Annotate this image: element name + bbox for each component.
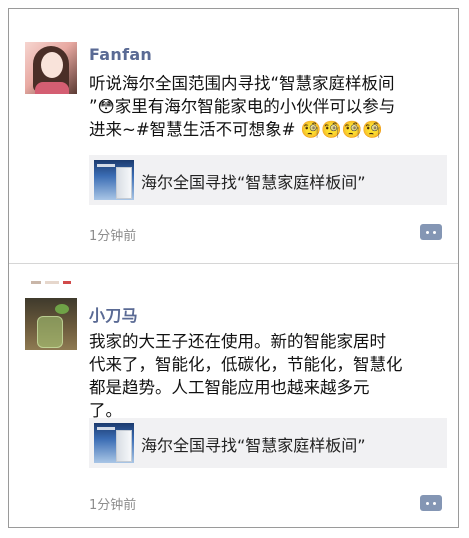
link-thumbnail <box>94 423 134 463</box>
link-title: 海尔全国寻找“智慧家庭样板间” <box>141 436 366 455</box>
post-text-line: 我家的大王子还在使用。新的智能家居时 <box>89 332 386 351</box>
dot <box>426 231 429 234</box>
avatar-xiaodaoma[interactable] <box>25 298 77 350</box>
moments-screenshot: Fanfan 听说海尔全国范围内寻找“智慧家庭样板间 ”😳家里有海尔智能家电的小… <box>8 8 459 528</box>
fridge-image <box>116 430 132 462</box>
avatar-clothes <box>35 82 69 94</box>
post-text-line: 听说海尔全国范围内寻找“智慧家庭样板间 <box>89 74 395 93</box>
avatar-jar <box>37 316 63 348</box>
post-text-line: 代来了，智能化，低碳化，节能化，智慧化 <box>89 355 403 374</box>
avatar-face <box>41 52 63 78</box>
avatar-plant <box>55 304 69 314</box>
post-text-line: ”😳家里有海尔智能家电的小伙伴可以参与 <box>89 97 396 116</box>
dot <box>433 231 436 234</box>
link-card[interactable]: 海尔全国寻找“智慧家庭样板间” <box>89 418 447 468</box>
post-text: 我家的大王子还在使用。新的智能家居时 代来了，智能化，低碳化，节能化，智慧化 都… <box>89 330 447 422</box>
moment-post-xiaodaoma: 小刀马 我家的大王子还在使用。新的智能家居时 代来了，智能化，低碳化，节能化，智… <box>9 267 458 529</box>
post-text-line: 都是趋势。人工智能应用也越来越多元 <box>89 378 370 397</box>
link-card[interactable]: 海尔全国寻找“智慧家庭样板间” <box>89 155 447 205</box>
moment-post-fanfan: Fanfan 听说海尔全国范围内寻找“智慧家庭样板间 ”😳家里有海尔智能家电的小… <box>9 9 458 264</box>
author-name[interactable]: 小刀马 <box>89 302 138 326</box>
post-text-line: 进来~#智慧生活不可想象# 🧐🧐🧐🧐 <box>89 120 383 139</box>
post-text: 听说海尔全国范围内寻找“智慧家庭样板间 ”😳家里有海尔智能家电的小伙伴可以参与 … <box>89 72 447 141</box>
post-time: 1分钟前 <box>89 498 137 513</box>
post-time: 1分钟前 <box>89 229 137 244</box>
dot <box>426 502 429 505</box>
link-title: 海尔全国寻找“智慧家庭样板间” <box>141 173 366 192</box>
post-divider <box>9 263 458 264</box>
thumbnail-banner <box>97 427 115 430</box>
author-name[interactable]: Fanfan <box>89 45 152 64</box>
link-thumbnail <box>94 160 134 200</box>
thumbnail-banner <box>97 164 115 167</box>
comment-dots-icon[interactable] <box>420 495 442 511</box>
dot <box>433 502 436 505</box>
fridge-image <box>116 167 132 199</box>
comment-dots-icon[interactable] <box>420 224 442 240</box>
avatar-fanfan[interactable] <box>25 42 77 94</box>
